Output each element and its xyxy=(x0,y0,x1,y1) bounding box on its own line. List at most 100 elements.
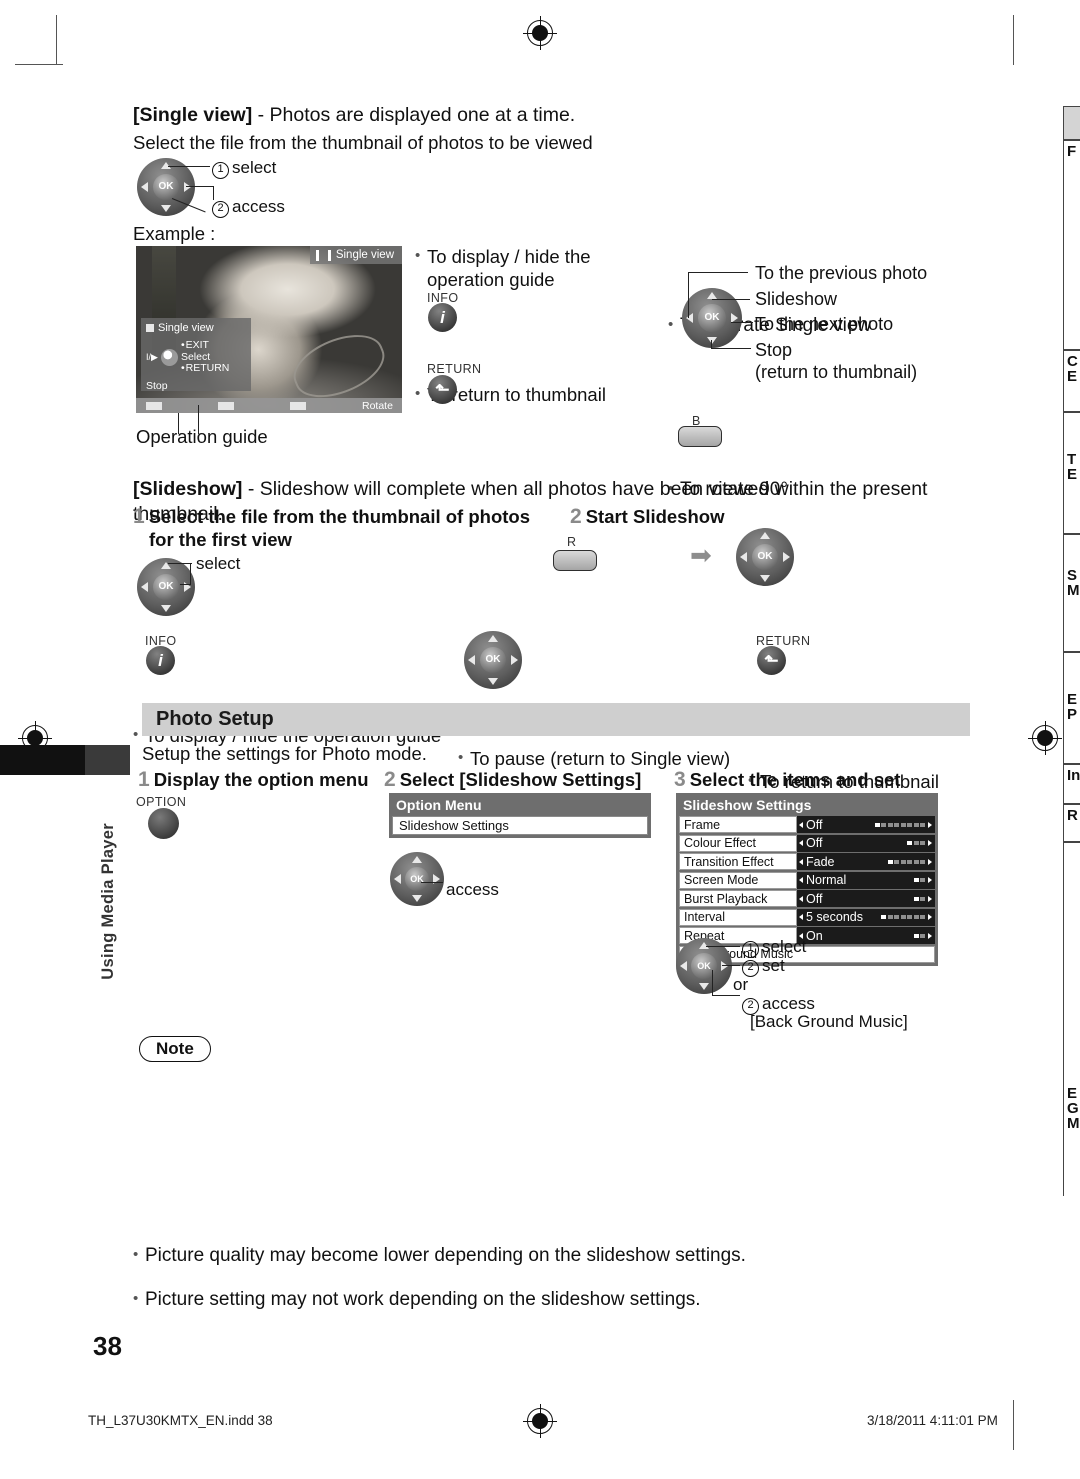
index-tab-2[interactable]: C E xyxy=(1064,350,1080,412)
dpad-operate-single-view[interactable]: OK xyxy=(682,288,742,348)
chevron-left-icon[interactable] xyxy=(799,914,803,920)
info-icon[interactable]: i xyxy=(428,303,457,332)
slideshow-settings-row[interactable]: Interval 5 seconds xyxy=(679,908,935,926)
side-tab-label-text: Using Media Player xyxy=(98,823,117,980)
note-label: Note xyxy=(156,1039,194,1058)
setting-value-cell[interactable]: Off xyxy=(797,834,935,852)
chevron-left-icon[interactable] xyxy=(799,858,803,865)
dpad-left-icon[interactable] xyxy=(141,182,149,192)
chevron-right-icon[interactable] xyxy=(928,932,932,939)
slideshow-settings-title: Slideshow Settings xyxy=(683,797,812,813)
chevron-left-icon[interactable] xyxy=(799,877,803,883)
return-icon[interactable]: ⬑ xyxy=(757,646,786,675)
gauge-segment xyxy=(920,822,925,827)
setting-value-cell[interactable]: Fade xyxy=(797,853,935,870)
slideshow-heading-bracket: [Slideshow] xyxy=(133,478,243,500)
setting-value-cell[interactable]: On xyxy=(797,927,935,944)
photo-setup-step-3-text: Select the items and set xyxy=(689,769,901,790)
dpad-left-icon[interactable] xyxy=(740,552,748,562)
dpad-right-icon[interactable] xyxy=(782,552,790,562)
index-tab-8-line-1: G xyxy=(1067,1100,1079,1117)
dpad-down-icon[interactable] xyxy=(699,983,709,991)
dpad-pause-slideshow[interactable]: OK xyxy=(464,631,522,689)
callout-settings-select-text: select xyxy=(762,937,807,956)
slideshow-r-button-label: R xyxy=(567,535,577,549)
dpad-up-icon[interactable] xyxy=(412,855,422,863)
option-menu-item-slideshow-settings[interactable]: Slideshow Settings xyxy=(392,816,648,835)
chevron-right-icon[interactable] xyxy=(928,821,932,828)
slideshow-r-button[interactable] xyxy=(553,550,597,571)
tv-guide-title-row: Single view xyxy=(146,322,246,334)
dpad-down-icon[interactable] xyxy=(488,677,498,685)
leader-access-h xyxy=(186,186,214,188)
leader-select xyxy=(168,166,210,168)
dpad-right-icon[interactable] xyxy=(510,655,518,665)
gauge-segment xyxy=(920,841,925,845)
tv-bottom-bar: Rotate xyxy=(136,398,402,413)
chevron-right-icon[interactable] xyxy=(928,914,932,920)
callout-access-text: access xyxy=(232,197,285,216)
option-button[interactable] xyxy=(148,808,179,839)
dpad-option-menu-access[interactable]: OK xyxy=(390,852,444,906)
tv-screenshot-single-view: Single view Single view I/▶ EXIT Select … xyxy=(136,246,402,413)
callout-settings-set-text: set xyxy=(762,956,785,975)
return-icon[interactable]: ⬑ xyxy=(428,375,457,404)
setting-value-cell[interactable]: Off xyxy=(797,890,935,907)
dpad-slideshow-select[interactable]: OK xyxy=(137,558,195,616)
dpad-down-icon[interactable] xyxy=(412,895,422,903)
leader-slideshow-select-h xyxy=(168,563,192,565)
tip-display-hide-line1: To display / hide the xyxy=(427,246,591,267)
dpad-up-icon[interactable] xyxy=(760,532,770,540)
index-tab-1[interactable]: F xyxy=(1064,140,1080,350)
gauge-segment xyxy=(894,859,899,864)
dpad-ok-button[interactable]: OK xyxy=(698,304,726,332)
setting-value: Normal xyxy=(806,873,847,887)
chevron-left-icon[interactable] xyxy=(799,821,803,828)
dpad-left-icon[interactable] xyxy=(679,961,687,971)
index-tab-3[interactable]: T E xyxy=(1064,412,1080,534)
photo-setup-section-title: Photo Setup xyxy=(156,708,274,730)
chevron-right-icon[interactable] xyxy=(928,895,932,902)
setting-value-cell[interactable]: Normal xyxy=(797,871,935,889)
index-tab-0[interactable] xyxy=(1064,106,1080,140)
slideshow-settings-row[interactable]: Colour Effect Off xyxy=(679,834,935,852)
dpad-down-icon[interactable] xyxy=(760,574,770,582)
option-menu-panel: Option Menu Slideshow Settings xyxy=(389,793,651,838)
chevron-right-icon[interactable] xyxy=(928,840,932,846)
gauge-segment xyxy=(913,896,919,901)
rotate-button-b[interactable] xyxy=(678,426,722,447)
slideshow-settings-row[interactable]: Frame Off xyxy=(679,816,935,833)
info-icon[interactable]: i xyxy=(146,646,175,675)
side-tab-block xyxy=(85,745,130,775)
gauge-segment xyxy=(874,822,880,827)
chevron-left-icon[interactable] xyxy=(799,840,803,846)
gauge-segment xyxy=(920,915,925,919)
leader-slideshow-select-h2 xyxy=(180,584,191,586)
slideshow-settings-row[interactable]: Screen Mode Normal xyxy=(679,871,935,889)
dpad-left-icon[interactable] xyxy=(141,582,149,592)
index-tab-4[interactable]: S M xyxy=(1064,534,1080,652)
setting-value-cell[interactable]: Off xyxy=(797,816,935,833)
index-tab-5[interactable]: E P xyxy=(1064,652,1080,764)
dpad-down-icon[interactable] xyxy=(161,204,171,212)
chevron-right-icon[interactable] xyxy=(928,877,932,883)
single-view-heading-rest: - Photos are displayed one at a time. xyxy=(252,104,576,126)
crop-mark-top-left-horizontal xyxy=(15,64,63,65)
slideshow-settings-row[interactable]: Transition Effect Fade xyxy=(679,853,935,870)
single-view-instruction: Select the file from the thumbnail of ph… xyxy=(133,132,593,153)
index-tab-6[interactable]: In xyxy=(1064,764,1080,804)
chevron-left-icon[interactable] xyxy=(799,895,803,902)
tv-guide-stop: Stop xyxy=(146,379,168,392)
dpad-down-icon[interactable] xyxy=(161,604,171,612)
index-tab-8[interactable]: E G M xyxy=(1064,842,1080,1196)
slideshow-settings-row[interactable]: Burst Playback Off xyxy=(679,890,935,907)
index-tab-5-line-0: E xyxy=(1067,691,1078,708)
index-tab-7[interactable]: R xyxy=(1064,804,1080,842)
dpad-up-icon[interactable] xyxy=(488,635,498,643)
dpad-left-icon[interactable] xyxy=(468,655,476,665)
dpad-left-icon[interactable] xyxy=(393,874,401,884)
setting-value-cell[interactable]: 5 seconds xyxy=(797,908,935,926)
dpad-start-slideshow[interactable]: OK xyxy=(736,528,794,586)
leader-settings-set xyxy=(722,965,740,967)
chevron-right-icon[interactable] xyxy=(928,858,932,865)
